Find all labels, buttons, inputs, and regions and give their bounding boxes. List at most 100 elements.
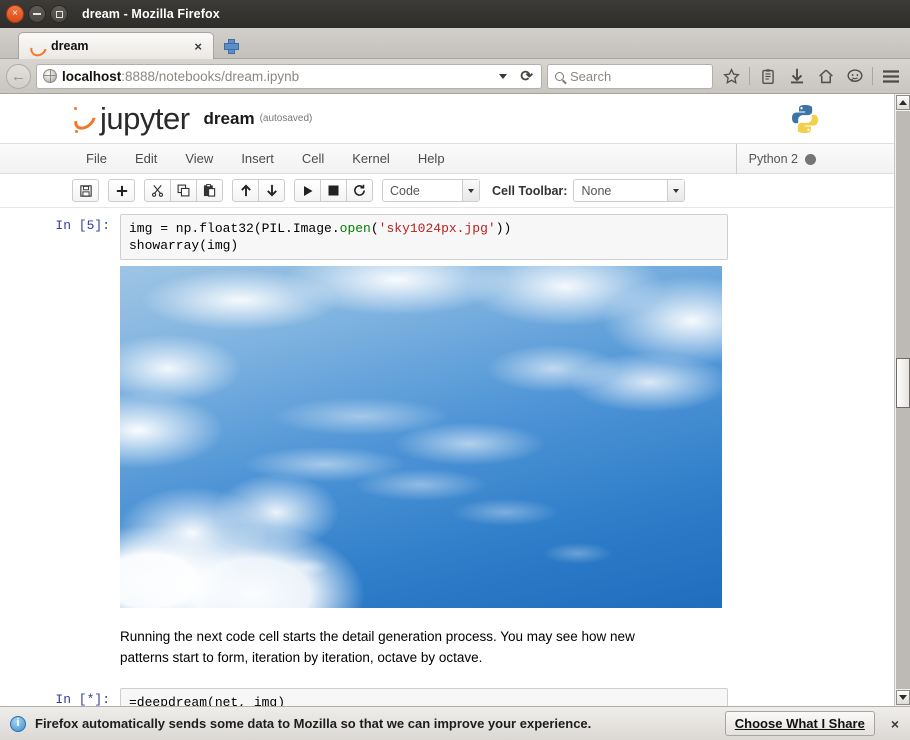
window-titlebar: × dream - Mozilla Firefox — [0, 0, 910, 28]
markdown-text: Running the next code cell starts the de… — [120, 626, 732, 668]
vertical-scrollbar[interactable] — [894, 94, 910, 706]
window-minimize-button[interactable] — [28, 5, 46, 23]
tab-close-icon[interactable]: × — [190, 40, 206, 53]
restart-kernel-button[interactable] — [346, 179, 373, 202]
python-logo-icon — [788, 102, 822, 136]
code-editor[interactable]: img = np.float32(PIL.Image.open('sky1024… — [120, 214, 728, 260]
menu-edit[interactable]: Edit — [121, 151, 171, 166]
jupyter-toolbar: Code Cell Toolbar: None — [0, 174, 894, 208]
toolbar-group-insert — [108, 179, 135, 202]
window-close-button[interactable]: × — [6, 5, 24, 23]
code-cell[interactable]: In [5]: img = np.float32(PIL.Image.open(… — [0, 208, 894, 260]
kernel-indicator[interactable]: Python 2 — [735, 144, 816, 174]
minimize-icon — [33, 13, 41, 15]
save-button[interactable] — [72, 179, 99, 202]
download-icon[interactable] — [783, 63, 810, 90]
kernel-busy-icon — [805, 153, 816, 165]
address-bar-url: localhost:8888/notebooks/dream.ipynb — [62, 69, 494, 84]
code-text: )) — [495, 221, 512, 236]
code-text: ( — [370, 221, 379, 236]
tab-title: dream — [51, 39, 89, 53]
jupyter-notebook-app: jupyter dream (autosaved) File Edit View… — [0, 94, 894, 706]
running-code-cell[interactable]: In [*]: =deepdream(net, img) — [0, 682, 894, 706]
browser-tab-dream[interactable]: dream × — [18, 32, 214, 59]
sky-photograph-output — [120, 266, 722, 608]
arrow-left-icon: ← — [11, 67, 26, 85]
paste-cell-button[interactable] — [196, 179, 223, 202]
toolbar-group-clipboard — [144, 179, 223, 202]
insert-cell-below-button[interactable] — [108, 179, 135, 202]
menu-insert[interactable]: Insert — [227, 151, 288, 166]
menu-cell[interactable]: Cell — [288, 151, 338, 166]
window-controls: × — [6, 5, 68, 23]
browser-navbar: ← localhost:8888/notebooks/dream.ipynb ⟳… — [0, 59, 910, 94]
output-prompt-spacer — [0, 266, 120, 608]
bookmark-star-icon[interactable] — [718, 63, 745, 90]
hamburger-menu-icon[interactable] — [877, 63, 904, 90]
search-input[interactable]: Search — [570, 69, 611, 84]
notebook-body: In [5]: img = np.float32(PIL.Image.open(… — [0, 208, 894, 706]
notification-close-icon[interactable]: × — [884, 716, 906, 732]
scrollbar-thumb[interactable] — [896, 358, 910, 408]
scroll-down-arrow-icon[interactable] — [896, 690, 910, 705]
kernel-name: Python 2 — [748, 152, 798, 166]
running-code-editor[interactable]: =deepdream(net, img) — [120, 688, 728, 706]
window-maximize-button[interactable] — [50, 5, 68, 23]
move-cell-down-button[interactable] — [258, 179, 285, 202]
cell-type-select[interactable]: Code — [382, 179, 480, 202]
menu-help[interactable]: Help — [404, 151, 459, 166]
toolbar-group-save — [72, 179, 99, 202]
menu-kernel[interactable]: Kernel — [338, 151, 404, 166]
toolbar-group-run — [294, 179, 373, 202]
cell-toolbar-select[interactable]: None — [573, 179, 686, 202]
copy-cell-button[interactable] — [170, 179, 197, 202]
menu-file[interactable]: File — [72, 151, 121, 166]
cut-cell-button[interactable] — [144, 179, 171, 202]
notification-action-label: Choose What I Share — [734, 716, 865, 731]
address-bar[interactable]: localhost:8888/notebooks/dream.ipynb ⟳ — [36, 63, 542, 89]
code-text: img = np.float32(PIL.Image. — [129, 221, 340, 236]
markdown-cell[interactable]: Running the next code cell starts the de… — [0, 608, 894, 668]
code-line-1: img = np.float32(PIL.Image.open('sky1024… — [129, 220, 719, 237]
close-icon: × — [12, 8, 18, 19]
choose-what-i-share-button[interactable]: Choose What I Share — [724, 711, 875, 736]
jupyter-icon — [29, 39, 44, 54]
autosave-status: (autosaved) — [259, 113, 313, 124]
chevron-down-icon[interactable] — [499, 73, 508, 79]
interrupt-kernel-button[interactable] — [320, 179, 347, 202]
divider — [749, 67, 750, 85]
back-button[interactable]: ← — [6, 63, 31, 89]
code-token-string: 'sky1024px.jpg' — [378, 221, 496, 236]
jupyter-logo[interactable]: jupyter — [70, 100, 190, 137]
chevron-down-icon[interactable] — [462, 180, 479, 201]
url-path: :8888/notebooks/dream.ipynb — [121, 68, 300, 84]
cell-output — [0, 260, 894, 608]
browser-content-area: jupyter dream (autosaved) File Edit View… — [0, 94, 910, 706]
run-cell-button[interactable] — [294, 179, 321, 202]
reload-button[interactable]: ⟳ — [516, 67, 537, 85]
new-tab-button[interactable] — [217, 32, 243, 59]
search-bar[interactable]: Search — [547, 63, 713, 89]
jupyter-logo-icon — [70, 104, 100, 134]
notification-bar: i Firefox automatically sends some data … — [0, 706, 910, 740]
toolbar-group-move — [232, 179, 285, 202]
chevron-down-icon[interactable] — [667, 180, 685, 201]
notification-message: Firefox automatically sends some data to… — [35, 716, 592, 731]
scroll-up-arrow-icon[interactable] — [896, 95, 910, 110]
navbar-icons — [718, 63, 904, 90]
search-icon — [555, 71, 564, 81]
cell-prompt-input: In [5]: — [55, 218, 110, 233]
browser-tabstrip: dream × — [0, 28, 910, 59]
jupyter-header: jupyter dream (autosaved) — [0, 94, 894, 144]
move-cell-up-button[interactable] — [232, 179, 259, 202]
chat-icon[interactable] — [841, 63, 868, 90]
running-code-line: =deepdream(net, img) — [129, 695, 286, 706]
menu-view[interactable]: View — [171, 151, 227, 166]
info-icon: i — [10, 715, 26, 732]
jupyter-logo-text: jupyter — [100, 100, 190, 136]
plus-icon — [223, 39, 239, 54]
home-icon[interactable] — [812, 63, 839, 90]
notebook-name[interactable]: dream — [204, 109, 255, 129]
reader-list-icon[interactable] — [754, 63, 781, 90]
cell-prompt-running: In [*]: — [55, 692, 110, 706]
